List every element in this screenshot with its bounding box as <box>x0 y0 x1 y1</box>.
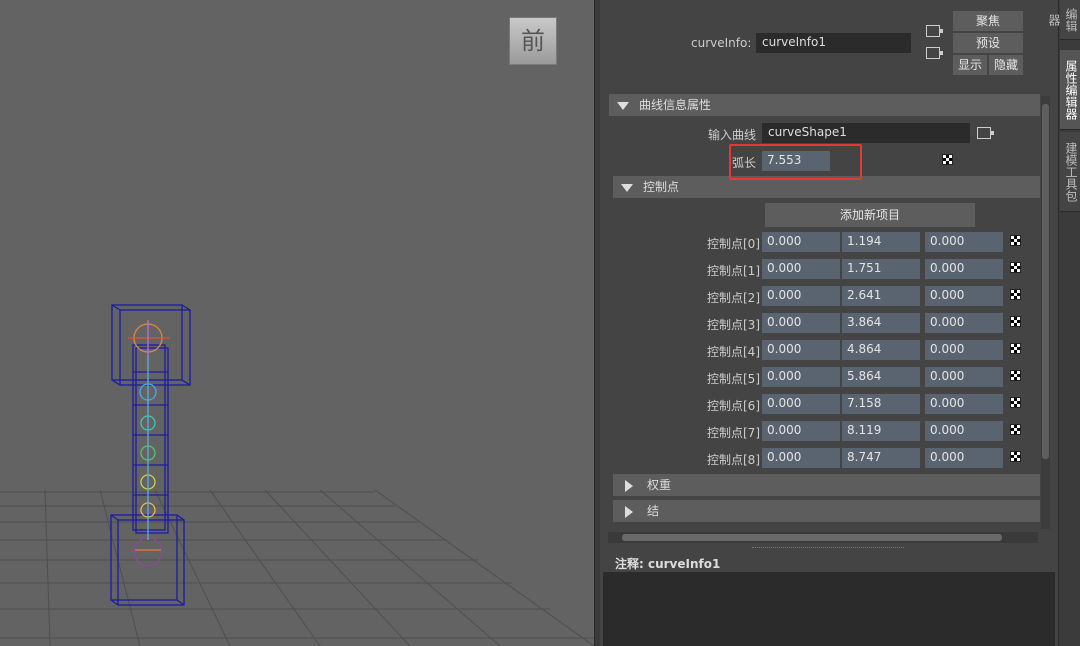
control-point-z-field[interactable]: 0.000 <box>925 340 1003 360</box>
control-point-y-field[interactable]: 8.119 <box>842 421 920 441</box>
control-point-z-field[interactable]: 0.000 <box>925 394 1003 414</box>
control-point-label: 控制点[2] <box>707 291 760 305</box>
input-connection-icon[interactable] <box>926 25 943 37</box>
splitter-grip[interactable] <box>752 547 904 549</box>
control-point-label: 控制点[6] <box>707 399 760 413</box>
presets-button[interactable]: 预设 <box>953 33 1023 53</box>
control-point-y-field[interactable]: 1.194 <box>842 232 920 252</box>
show-button[interactable]: 显示 <box>953 55 987 75</box>
keyframe-checker-icon[interactable] <box>1010 316 1021 327</box>
input-curve-field[interactable]: curveShape1 <box>762 123 970 143</box>
viewport-scene <box>0 304 594 646</box>
control-point-label: 控制点[5] <box>707 372 760 386</box>
keyframe-checker-icon[interactable] <box>1010 424 1021 435</box>
section-knots[interactable]: 结 <box>613 500 1040 522</box>
tab-attribute-editor[interactable]: 属性编辑器 <box>1060 50 1080 130</box>
control-point-z-field[interactable]: 0.000 <box>925 367 1003 387</box>
control-point-label: 控制点[4] <box>707 345 760 359</box>
control-point-label: 控制点[0] <box>707 237 760 251</box>
control-point-x-field[interactable]: 0.000 <box>762 394 840 414</box>
control-point-z-field[interactable]: 0.000 <box>925 421 1003 441</box>
section-weights[interactable]: 权重 <box>613 474 1040 496</box>
section-title: 曲线信息属性 <box>639 98 712 112</box>
node-type-label: curveInfo: <box>691 36 752 50</box>
vertical-scrollbar[interactable] <box>1041 96 1050 529</box>
node-name-field[interactable]: curveInfo1 <box>756 33 911 53</box>
expand-arrow-icon <box>625 505 633 518</box>
section-title: 权重 <box>647 478 672 492</box>
input-curve-label: 输入曲线 <box>707 128 756 142</box>
control-point-z-field[interactable]: 0.000 <box>925 313 1003 333</box>
input-curve-link-icon[interactable] <box>977 127 994 139</box>
section-curve-info[interactable]: 曲线信息属性 <box>609 94 1040 116</box>
control-point-x-field[interactable]: 0.000 <box>762 313 840 333</box>
control-point-label: 控制点[8] <box>707 453 760 467</box>
keyframe-checker-icon[interactable] <box>942 154 953 165</box>
control-point-label: 控制点[7] <box>707 426 760 440</box>
control-point-z-field[interactable]: 0.000 <box>925 286 1003 306</box>
control-point-z-field[interactable]: 0.000 <box>925 232 1003 252</box>
ground-grid <box>0 489 594 646</box>
keyframe-checker-icon[interactable] <box>1010 235 1021 246</box>
control-point-y-field[interactable]: 5.864 <box>842 367 920 387</box>
focus-button[interactable]: 聚焦 <box>953 11 1023 31</box>
control-point-label: 控制点[3] <box>707 318 760 332</box>
control-point-x-field[interactable]: 0.000 <box>762 259 840 279</box>
keyframe-checker-icon[interactable] <box>1010 397 1021 408</box>
keyframe-checker-icon[interactable] <box>1010 451 1021 462</box>
keyframe-checker-icon[interactable] <box>1010 289 1021 300</box>
rig-joints <box>128 320 170 567</box>
control-point-x-field[interactable]: 0.000 <box>762 421 840 441</box>
section-title: 控制点 <box>643 180 680 194</box>
control-point-x-field[interactable]: 0.000 <box>762 448 840 468</box>
highlight-annotation <box>729 144 862 180</box>
keyframe-checker-icon[interactable] <box>1010 262 1021 273</box>
side-tab-bar: 编辑器 属性编辑器 建模工具包 <box>1047 0 1080 646</box>
keyframe-checker-icon[interactable] <box>1010 370 1021 381</box>
horizontal-scrollbar[interactable] <box>608 532 1038 543</box>
control-point-y-field[interactable]: 4.864 <box>842 340 920 360</box>
section-title: 结 <box>647 504 660 518</box>
scrollbar-thumb[interactable] <box>622 534 1002 541</box>
control-point-y-field[interactable]: 2.641 <box>842 286 920 306</box>
hide-button[interactable]: 隐藏 <box>989 55 1023 75</box>
scrollbar-thumb[interactable] <box>1042 104 1049 459</box>
collapse-arrow-icon <box>621 183 633 192</box>
tab-editor[interactable]: 编辑器 <box>1047 0 1080 40</box>
control-point-z-field[interactable]: 0.000 <box>925 259 1003 279</box>
control-point-z-field[interactable]: 0.000 <box>925 448 1003 468</box>
control-point-y-field[interactable]: 7.158 <box>842 394 920 414</box>
control-point-x-field[interactable]: 0.000 <box>762 286 840 306</box>
control-point-y-field[interactable]: 3.864 <box>842 313 920 333</box>
collapse-arrow-icon <box>617 101 629 110</box>
view-cube[interactable]: 前 <box>509 17 557 65</box>
viewport-3d[interactable]: 前 <box>0 0 594 646</box>
expand-arrow-icon <box>625 479 633 492</box>
keyframe-checker-icon[interactable] <box>1010 343 1021 354</box>
tab-modeling-toolkit[interactable]: 建模工具包 <box>1060 132 1080 212</box>
output-connection-icon[interactable] <box>926 47 943 59</box>
control-point-x-field[interactable]: 0.000 <box>762 232 840 252</box>
control-point-y-field[interactable]: 8.747 <box>842 448 920 468</box>
add-new-item-button[interactable]: 添加新项目 <box>765 203 975 227</box>
control-point-y-field[interactable]: 1.751 <box>842 259 920 279</box>
notes-label: 注释: curveInfo1 <box>615 557 721 571</box>
control-point-x-field[interactable]: 0.000 <box>762 340 840 360</box>
control-point-x-field[interactable]: 0.000 <box>762 367 840 387</box>
control-point-label: 控制点[1] <box>707 264 760 278</box>
attribute-editor: curveInfo: curveInfo1 聚焦 预设 显示 隐藏 曲线信息属性… <box>600 0 1058 646</box>
notes-textarea[interactable] <box>603 572 1055 646</box>
